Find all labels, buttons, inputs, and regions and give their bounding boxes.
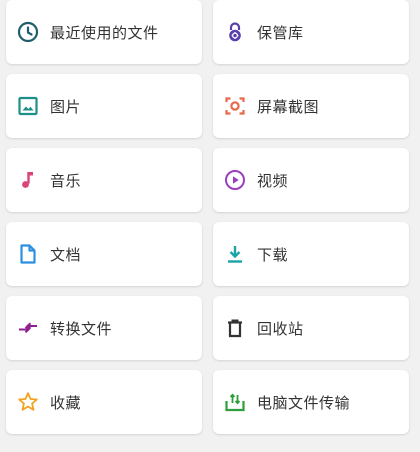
tile-images[interactable]: 图片: [6, 74, 202, 138]
music-note-icon: [16, 168, 40, 192]
tile-recent-files[interactable]: 最近使用的文件: [6, 0, 202, 64]
image-icon: [16, 94, 40, 118]
play-circle-icon: [223, 168, 247, 192]
tile-vault[interactable]: 保管库: [213, 0, 409, 64]
tile-label: 视频: [257, 171, 289, 190]
tile-label: 保管库: [257, 23, 304, 42]
tile-convert-files[interactable]: 转换文件: [6, 296, 202, 360]
tile-music[interactable]: 音乐: [6, 148, 202, 212]
tile-videos[interactable]: 视频: [213, 148, 409, 212]
tile-label: 文档: [50, 245, 82, 264]
screenshot-icon: [223, 94, 247, 118]
tile-label: 最近使用的文件: [50, 23, 159, 42]
tile-label: 屏幕截图: [257, 97, 320, 116]
document-icon: [16, 242, 40, 266]
tile-favorites[interactable]: 收藏: [6, 370, 202, 434]
tile-label: 收藏: [50, 393, 82, 412]
star-icon: [16, 390, 40, 414]
category-grid: 最近使用的文件 保管库 图片 屏幕截图 音乐 视频 文档 下载 转换文件 回收站…: [6, 0, 414, 434]
tile-downloads[interactable]: 下载: [213, 222, 409, 286]
tile-label: 电脑文件传输: [257, 393, 351, 412]
convert-arrows-icon: [16, 316, 40, 340]
tile-screenshots[interactable]: 屏幕截图: [213, 74, 409, 138]
tile-label: 转换文件: [50, 319, 113, 338]
clock-icon: [16, 20, 40, 44]
tile-label: 回收站: [257, 319, 304, 338]
upload-tray-icon: [223, 390, 247, 414]
trash-icon: [223, 316, 247, 340]
download-icon: [223, 242, 247, 266]
tile-pc-file-transfer[interactable]: 电脑文件传输: [213, 370, 409, 434]
tile-recycle-bin[interactable]: 回收站: [213, 296, 409, 360]
tile-documents[interactable]: 文档: [6, 222, 202, 286]
tile-label: 音乐: [50, 171, 82, 190]
lock-icon: [223, 20, 247, 44]
tile-label: 图片: [50, 97, 82, 116]
tile-label: 下载: [257, 245, 289, 264]
